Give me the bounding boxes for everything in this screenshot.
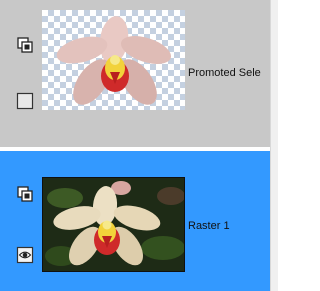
layer-thumbnail[interactable] (42, 10, 185, 110)
layer-row-promoted-selection[interactable]: Promoted Sele (0, 0, 270, 147)
visibility-off-icon[interactable] (16, 92, 34, 110)
eye-icon[interactable] (16, 246, 34, 264)
panel-scrollbar[interactable] (270, 0, 278, 291)
layer-group-icon[interactable] (16, 36, 34, 54)
layer-name[interactable]: Raster 1 (188, 220, 230, 232)
layer-name[interactable]: Promoted Sele (188, 67, 261, 79)
layer-group-icon[interactable] (16, 185, 34, 203)
layer-row-raster-1[interactable]: Raster 1 (0, 151, 270, 291)
layer-thumbnail[interactable] (42, 177, 185, 272)
